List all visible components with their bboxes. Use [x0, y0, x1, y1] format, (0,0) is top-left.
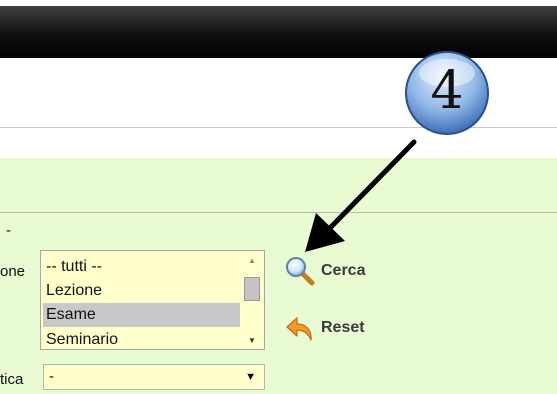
- scroll-down-icon[interactable]: ▼: [240, 331, 264, 349]
- second-field-label: tica: [0, 371, 24, 388]
- listbox-option[interactable]: Seminario: [43, 328, 241, 349]
- scroll-up-icon[interactable]: ▲: [240, 251, 264, 269]
- listbox-option-selected[interactable]: Esame: [43, 303, 241, 327]
- undo-arrow-icon: [286, 317, 312, 341]
- search-button-label: Cerca: [321, 262, 366, 279]
- reset-button-label: Reset: [321, 319, 365, 336]
- type-field-label: one: [0, 263, 26, 280]
- scrollbar-thumb[interactable]: [244, 277, 260, 301]
- form-divider: [0, 212, 557, 213]
- second-select-value: -: [49, 368, 54, 385]
- listbox-option[interactable]: -- tutti --: [43, 255, 241, 279]
- magnifier-icon: [286, 257, 315, 286]
- listbox-scrollbar[interactable]: ▲ ▼: [240, 251, 264, 349]
- dropdown-arrow-icon: ▼: [245, 371, 256, 383]
- search-button[interactable]: Cerca: [285, 256, 365, 286]
- listbox-option[interactable]: Lezione: [43, 279, 241, 303]
- second-select[interactable]: - ▼: [43, 364, 265, 390]
- type-listbox[interactable]: -- tutti -- Lezione Esame Seminario ▲ ▼: [40, 250, 265, 350]
- field-value-text: -: [6, 222, 11, 239]
- reset-button[interactable]: Reset: [285, 313, 365, 343]
- step-number: 4: [430, 61, 464, 121]
